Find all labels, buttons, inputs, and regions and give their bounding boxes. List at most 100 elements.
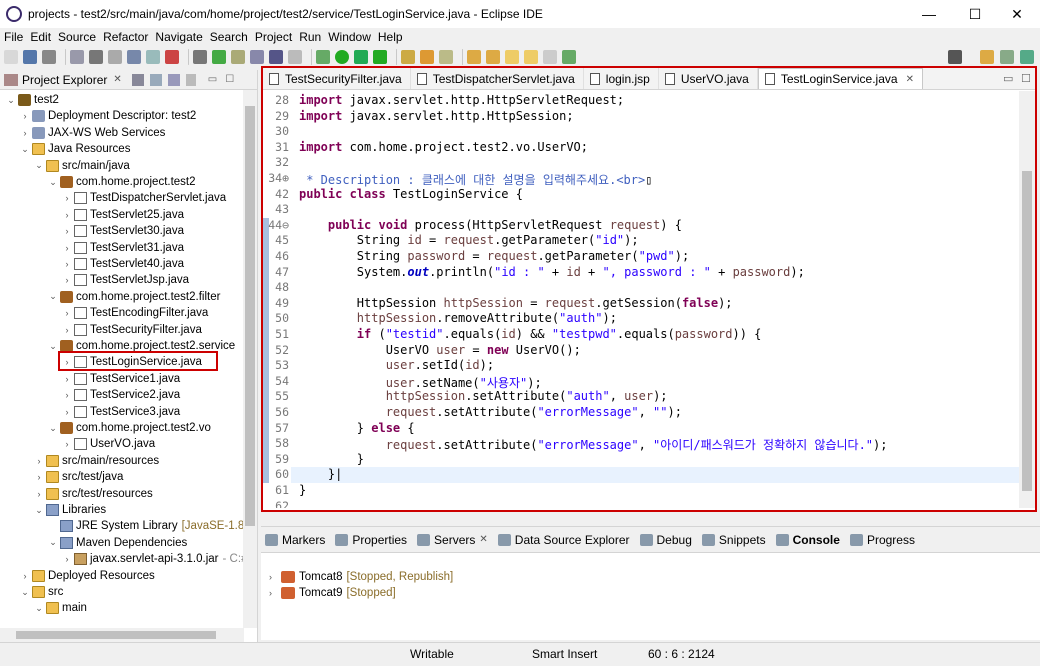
collapse-all-icon[interactable] [131,73,144,86]
coverage-icon[interactable] [354,50,368,64]
code-line[interactable]: UserVO user = new UserVO(); [299,343,581,357]
menu-refactor[interactable]: Refactor [103,30,148,44]
maximize-view-icon[interactable]: ☐ [225,74,234,85]
collapsed-chevron-icon[interactable]: › [269,572,279,582]
maximize-button[interactable]: ☐ [952,0,998,28]
close-tab-icon[interactable]: ✕ [906,74,914,85]
code-line[interactable]: user.setName("사용자"); [299,374,542,391]
editor-vertical-scrollbar[interactable] [1019,91,1035,508]
tree-item[interactable]: › JAX-WS Web Services [20,125,165,141]
code-line[interactable]: import javax.servlet.http.HttpServletReq… [299,93,624,107]
editor-tab[interactable]: TestSecurityFilter.java [263,68,411,89]
menu-project[interactable]: Project [255,30,292,44]
open-perspective-icon[interactable] [980,50,994,64]
tree-item[interactable]: ⌄ com.home.project.test2.filter [48,289,220,305]
toggle-icon[interactable] [193,50,207,64]
tree-item[interactable]: › Deployed Resources [20,568,155,584]
code-line[interactable]: } else { [299,421,415,435]
menu-navigate[interactable]: Navigate [155,30,202,44]
code-line[interactable]: request.setAttribute("errorMessage", "아이… [299,436,888,453]
stop-icon[interactable] [108,50,122,64]
tree-item[interactable]: › javax.servlet-api-3.1.0.jar - C:# [62,551,247,567]
collapsed-chevron-icon[interactable]: › [62,210,72,220]
previous-annotation-icon[interactable] [486,50,500,64]
server-icon[interactable] [146,50,160,64]
collapsed-chevron-icon[interactable]: › [62,374,72,384]
block-selection-icon[interactable] [250,50,264,64]
code-line[interactable]: public class TestLoginService { [299,187,523,201]
save-all-icon[interactable] [42,50,56,64]
code-line[interactable]: }| [299,467,342,481]
tree-item[interactable]: › Deployment Descriptor: test2 [20,108,196,124]
code-line[interactable]: user.setId(id); [299,358,494,372]
expanded-chevron-icon[interactable]: ⌄ [48,537,58,548]
tree-item[interactable]: › TestServlet25.java [62,207,184,223]
java-ee-perspective-icon[interactable] [1000,50,1014,64]
collapsed-chevron-icon[interactable]: › [62,193,72,203]
tree-item[interactable]: › UserVO.java [62,436,155,452]
collapsed-chevron-icon[interactable]: › [62,275,72,285]
code-line[interactable]: import com.home.project.test2.vo.UserVO; [299,140,588,154]
pilcrow-icon[interactable] [288,50,302,64]
tree-item[interactable]: JRE System Library [JavaSE-1.8] [48,518,247,534]
code-line[interactable]: HttpSession httpSession = request.getSes… [299,296,733,310]
collapsed-chevron-icon[interactable]: › [34,456,44,466]
tree-item[interactable]: › TestSecurityFilter.java [62,322,202,338]
server-row[interactable]: › Tomcat8 [Stopped, Republish] [269,569,453,585]
bottom-tab-data-source-explorer[interactable]: Data Source Explorer [497,533,630,547]
code-line[interactable]: import javax.servlet.http.HttpSession; [299,109,574,123]
tree-item[interactable]: › TestService1.java [62,371,180,387]
expanded-chevron-icon[interactable]: ⌄ [48,177,58,188]
tree-item[interactable]: › src/test/resources [34,486,153,502]
expanded-chevron-icon[interactable]: ⌄ [34,505,44,516]
code-line[interactable]: String password = request.getParameter("… [299,249,689,263]
bottom-tab-servers[interactable]: Servers ✕ [417,533,488,547]
expanded-chevron-icon[interactable]: ⌄ [48,341,58,352]
editor-tab[interactable]: login.jsp [584,68,659,89]
run-icon[interactable] [335,50,349,64]
forward-icon[interactable] [543,50,557,64]
tree-item[interactable]: ⌄ main [34,600,87,616]
menu-edit[interactable]: Edit [30,30,51,44]
code-editor[interactable]: 28 import javax.servlet.http.HttpServletR… [263,91,1019,508]
pin-editor-icon[interactable] [562,50,576,64]
open-icon[interactable] [70,50,84,64]
search-icon[interactable] [948,50,962,64]
editor-tab[interactable]: TestLoginService.java ✕ [757,68,923,89]
menu-search[interactable]: Search [210,30,248,44]
collapsed-chevron-icon[interactable]: › [62,243,72,253]
toggle-breadcrumb-icon[interactable] [231,50,245,64]
close-icon[interactable]: ✕ [479,534,487,545]
expanded-chevron-icon[interactable]: ⌄ [48,291,58,302]
new-package-icon[interactable] [401,50,415,64]
editor-tab[interactable]: TestDispatcherServlet.java [411,68,584,89]
menu-help[interactable]: Help [378,30,403,44]
code-line[interactable]: httpSession.setAttribute("auth", user); [299,389,668,403]
editor-minimize-icon[interactable]: ▭ [1003,72,1013,85]
bottom-tab-progress[interactable]: Progress [849,533,915,547]
explorer-horizontal-scrollbar[interactable] [0,628,244,642]
tree-item[interactable]: › TestEncodingFilter.java [62,305,208,321]
collapsed-chevron-icon[interactable]: › [20,571,30,581]
tree-item[interactable]: › src/test/java [34,469,123,485]
menu-run[interactable]: Run [299,30,321,44]
editor-tab[interactable]: UserVO.java [659,68,758,89]
code-line[interactable]: request.setAttribute("errorMessage", "")… [299,405,682,419]
code-line[interactable]: * Description : 클래스에 대한 설명을 입력해주세요.<br>▯ [299,171,652,188]
collapsed-chevron-icon[interactable]: › [62,308,72,318]
collapsed-chevron-icon[interactable]: › [62,439,72,449]
back-icon[interactable] [524,50,538,64]
minimize-view-icon[interactable]: ▭ [208,74,217,85]
bottom-tab-snippets[interactable]: Snippets [701,533,766,547]
tree-item[interactable]: ⌄ test2 [6,92,59,108]
collapsed-chevron-icon[interactable]: › [34,489,44,499]
project-explorer-tab[interactable]: Project Explorer ✕ ▭ ☐ [0,70,257,90]
debug-perspective-icon[interactable] [1020,50,1034,64]
bottom-tab-debug[interactable]: Debug [639,533,692,547]
expanded-chevron-icon[interactable]: ⌄ [48,423,58,434]
tree-item[interactable]: › TestServletJsp.java [62,272,189,288]
collapsed-chevron-icon[interactable]: › [62,554,72,564]
explorer-vertical-scrollbar[interactable] [243,90,257,628]
code-line[interactable]: System.out.println("id : " + id + ", pas… [299,265,805,279]
tree-item[interactable]: › TestDispatcherServlet.java [62,190,226,206]
